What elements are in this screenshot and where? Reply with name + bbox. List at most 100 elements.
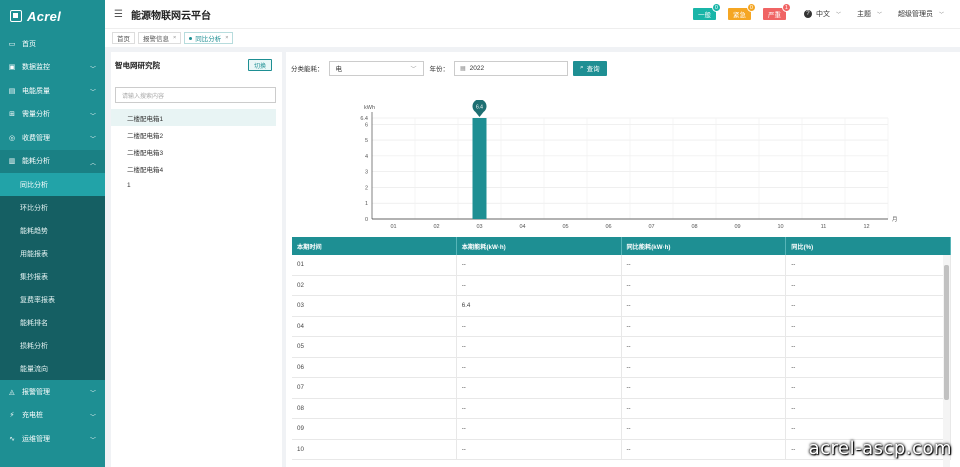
sidebar-subitem-4[interactable]: 集抄报表: [0, 265, 105, 288]
chevron-up-icon: ︿: [89, 160, 96, 167]
y-tick-label: 2: [365, 185, 368, 191]
chevron-down-icon: ﹀: [89, 66, 96, 73]
x-tick-label: 10: [777, 224, 783, 230]
tree-node[interactable]: 二楼配电箱4: [111, 160, 276, 177]
table-cell: --: [622, 378, 787, 398]
help-icon[interactable]: ?: [803, 10, 812, 18]
y-tick-label: 4: [365, 154, 368, 160]
sidebar-subitem-3[interactable]: 用能报表: [0, 242, 105, 265]
x-tick-label: 05: [562, 224, 568, 230]
sidebar-item-2[interactable]: ▤ 电能质量 ﹀: [0, 79, 105, 103]
tree-node[interactable]: 二楼配电箱1: [111, 109, 276, 126]
table-cell: --: [457, 255, 622, 275]
table-cell: 07: [292, 378, 457, 398]
column-header: 本期时间: [292, 237, 457, 255]
table-cell: 04: [292, 316, 457, 336]
close-icon[interactable]: ×: [225, 35, 228, 41]
table-cell: 03: [292, 296, 457, 316]
sidebar-subitem-5[interactable]: 复费率报表: [0, 288, 105, 311]
query-button[interactable]: ⌕ 查询: [573, 60, 607, 76]
alert-button-2[interactable]: 严重 1: [762, 3, 791, 20]
bar: [472, 118, 487, 219]
table-scrollbar[interactable]: [943, 255, 950, 467]
bar-chart: 01234566.4kWh月01 02 03 04 05 06 07 08 09 10 11 126.…: [360, 99, 898, 230]
switch-button[interactable]: 切换: [247, 59, 272, 71]
x-tick-label: 01: [390, 224, 396, 230]
y-tick-label: 1: [365, 201, 368, 207]
table-cell: 6.4: [457, 296, 622, 316]
year-label: 年份：: [429, 66, 450, 73]
table-cell: 10: [292, 439, 457, 459]
table-cell: 09: [292, 419, 457, 439]
screen-icon: ▣: [8, 64, 16, 72]
table-cell: --: [457, 337, 622, 357]
theme-selector[interactable]: 主题 ﹀: [857, 9, 882, 19]
sidebar-subitem-6[interactable]: 能耗排名: [0, 311, 105, 334]
x-axis-unit: 月: [892, 216, 898, 223]
tab-2[interactable]: 同比分析 ×: [184, 32, 234, 44]
tree-search-input[interactable]: 请输入搜索内容: [115, 87, 276, 103]
sidebar-subitem-2[interactable]: 能耗趋势: [0, 219, 105, 242]
year-picker[interactable]: ▦ 2022: [454, 60, 568, 76]
table-cell: --: [457, 316, 622, 336]
table-cell: --: [786, 275, 951, 295]
table-cell: 01: [292, 255, 457, 275]
x-tick-label: 09: [734, 224, 740, 230]
alert-count-badge: 1: [781, 3, 791, 12]
tree-node[interactable]: 1: [111, 177, 276, 194]
table-cell: --: [622, 316, 787, 336]
sidebar-item-1[interactable]: ▣ 数据监控 ﹀: [0, 56, 105, 80]
sidebar-subitem-1[interactable]: 环比分析: [0, 196, 105, 219]
table-cell: --: [457, 439, 622, 459]
close-icon[interactable]: ×: [173, 35, 176, 41]
sidebar-subitem-7[interactable]: 损耗分析: [0, 334, 105, 357]
table-cell: --: [786, 255, 951, 275]
column-header: 同比(%): [786, 237, 951, 255]
alarm-icon: ◬: [9, 388, 15, 396]
chart-area: 0 1 2 3 4 5 6 6.4 kWh 月 01 02 03 04 05 06 07 08 09 10 11 12 6.…: [360, 99, 900, 235]
sidebar-item-energy-analysis[interactable]: ▥ 能耗分析 ︿: [0, 149, 105, 173]
table-cell: --: [786, 337, 951, 357]
table-row: 02 -- -- --: [292, 275, 951, 296]
y-tick-label: 6.4: [360, 116, 368, 122]
chevron-down-icon: ﹀: [89, 414, 96, 421]
sidebar-subitem-0[interactable]: 同比分析: [0, 173, 105, 196]
alert-button-1[interactable]: 紧急 0: [727, 3, 756, 20]
tab-1[interactable]: 报警信息 ×: [138, 32, 182, 44]
table-cell: --: [786, 419, 951, 439]
table-row: 08 -- -- --: [292, 398, 951, 419]
sidebar-subitem-8[interactable]: 能量流向: [0, 357, 105, 380]
sidebar-item-4[interactable]: ◎ 收费管理 ﹀: [0, 126, 105, 150]
table-cell: 08: [292, 398, 457, 418]
sidebar-item-after-0[interactable]: ◬ 报警管理 ﹀: [0, 380, 105, 404]
menu-toggle-icon[interactable]: ☰: [114, 9, 123, 20]
scrollbar-thumb[interactable]: [944, 265, 949, 400]
user-menu[interactable]: 超级管理员 ﹀: [898, 9, 944, 19]
sidebar-item-3[interactable]: ⊞ 需量分析 ﹀: [0, 103, 105, 127]
language-selector[interactable]: ? 中文 ﹀: [803, 9, 841, 19]
search-icon: ⌕: [580, 64, 584, 71]
sidebar-item-after-2[interactable]: ∿ 运维管理 ﹀: [0, 427, 105, 451]
table-cell: --: [622, 337, 787, 357]
y-tick-label: 3: [365, 170, 368, 176]
category-select[interactable]: 电 ﹀: [328, 60, 424, 76]
table-cell: --: [622, 255, 787, 275]
tree-node[interactable]: 二楼配电箱2: [111, 126, 276, 143]
table-cell: 05: [292, 337, 457, 357]
chevron-down-icon: ﹀: [89, 391, 96, 397]
x-tick-label: 08: [691, 224, 697, 230]
tree-node[interactable]: 二楼配电箱3: [111, 143, 276, 160]
chevron-down-icon: ﹀: [938, 11, 944, 18]
sidebar-item-after-1[interactable]: ⚡ 充电桩 ﹀: [0, 403, 105, 427]
alert-button-0[interactable]: 一般 0: [692, 3, 721, 20]
sidebar-item-0[interactable]: ▭ 首页: [0, 32, 105, 56]
page-title: 能源物联网云平台: [130, 10, 211, 22]
table-row: 06 -- -- --: [292, 357, 951, 378]
watermark: acrel-ascp.com: [808, 438, 952, 459]
active-dot-icon: [189, 36, 193, 40]
y-axis-unit: kWh: [364, 105, 375, 111]
x-tick-label: 06: [605, 224, 611, 230]
tab-0[interactable]: 首页: [112, 32, 135, 44]
monitor-icon: ▭: [8, 40, 16, 48]
table-cell: --: [457, 275, 622, 295]
